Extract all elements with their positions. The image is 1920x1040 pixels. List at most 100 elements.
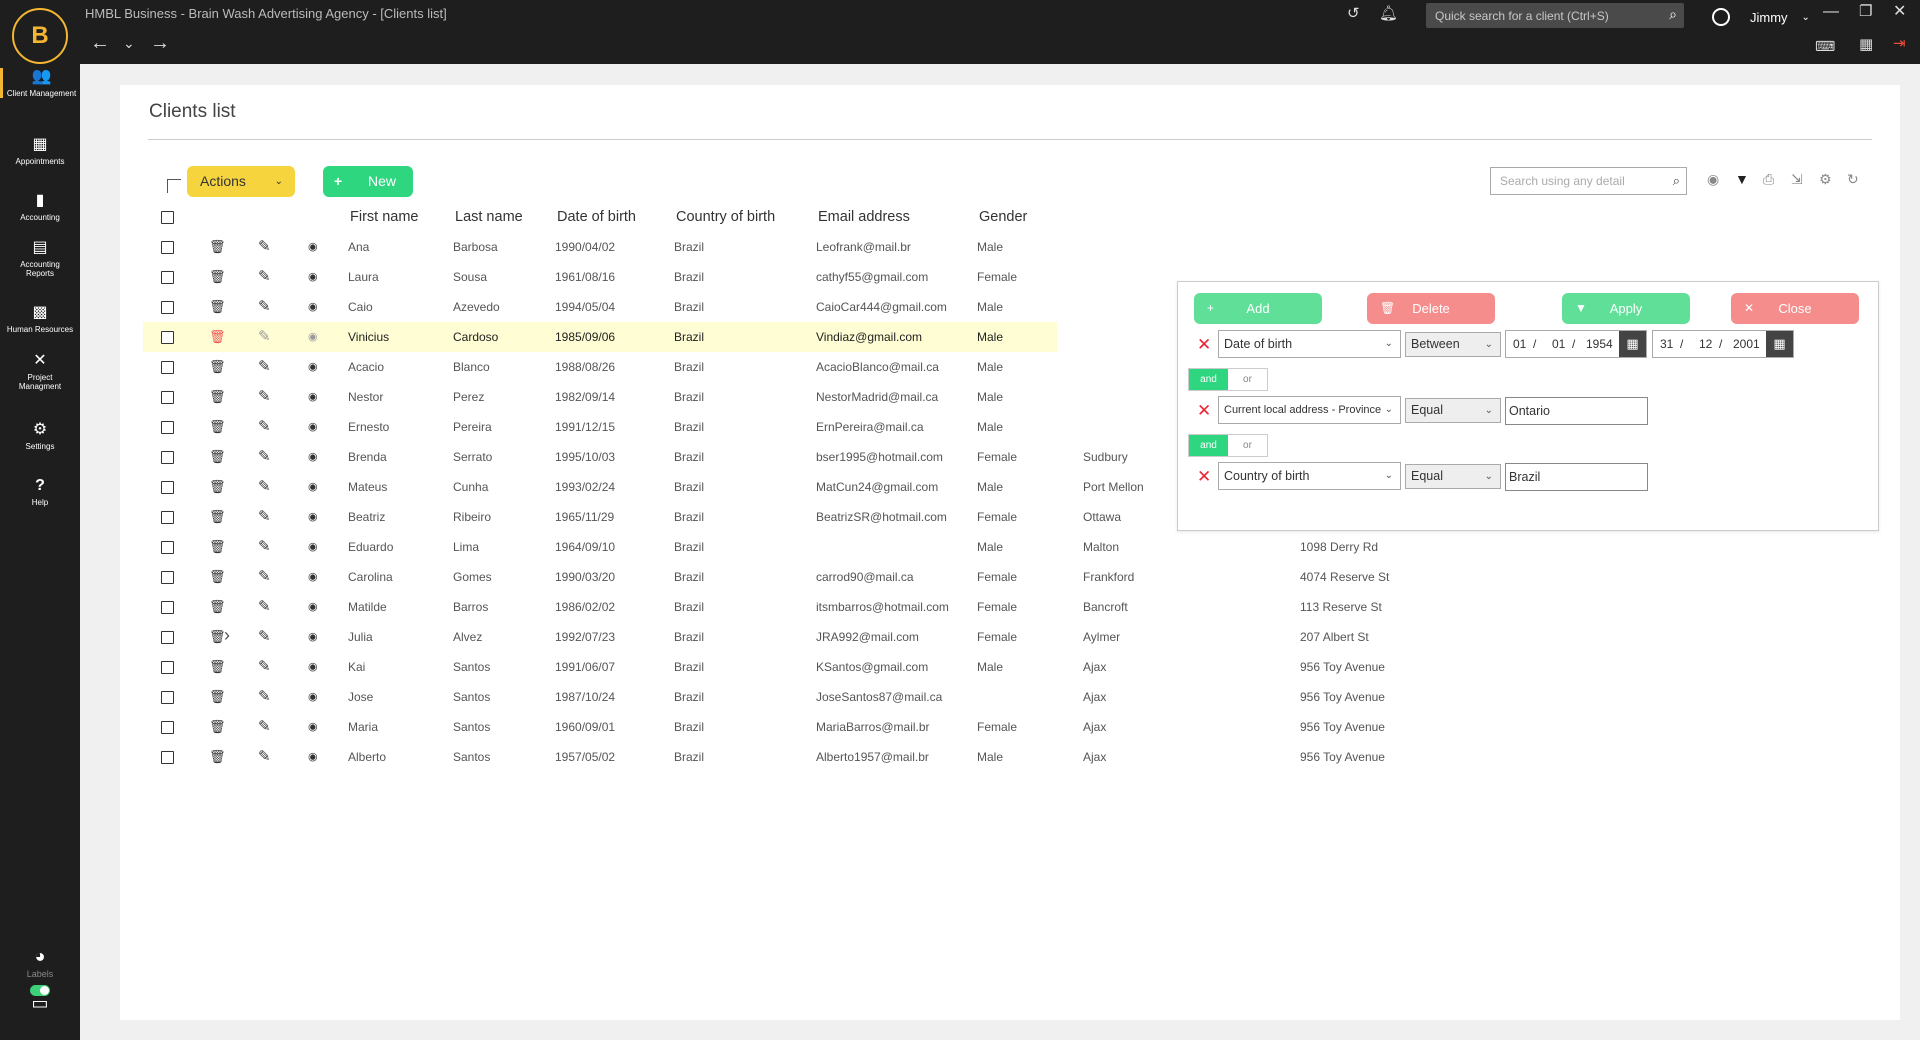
table-row[interactable]: 🗑︎ ✎ ◉ Jose Santos 1987/10/24 Brazil JoseSantos… <box>143 682 1535 712</box>
view-row-eye-icon[interactable]: ◉ <box>308 232 318 262</box>
refresh-icon[interactable]: ↻ <box>1847 171 1859 188</box>
condition-value-input[interactable]: Ontario <box>1505 397 1648 425</box>
print-icon[interactable]: ⎙ <box>1763 171 1774 188</box>
table-row[interactable]: 🗑︎ ✎ ◉ Maria Santos 1960/09/01 Brazil MariaBarr… <box>143 712 1535 742</box>
column-first-name[interactable]: First name <box>350 202 419 232</box>
row-checkbox[interactable] <box>161 481 174 494</box>
row-checkbox[interactable] <box>161 571 174 584</box>
sidebar-item-project-management[interactable]: ✕ Project Managment <box>0 352 80 391</box>
search-icon[interactable]: ⌕ <box>1673 173 1680 189</box>
view-row-eye-icon[interactable]: ◉ <box>308 562 318 592</box>
column-gender[interactable]: Gender <box>979 202 1027 232</box>
row-checkbox[interactable] <box>161 331 174 344</box>
filter-close-button[interactable]: ✕ Close <box>1731 293 1859 324</box>
condition-operator-select[interactable]: Equal ⌄ <box>1405 398 1501 423</box>
history-dropdown-icon[interactable]: ⌄ <box>123 32 135 54</box>
condition-operator-select[interactable]: Between ⌄ <box>1405 332 1501 357</box>
edit-row-icon[interactable]: ✎ <box>258 352 271 382</box>
row-checkbox[interactable] <box>161 241 174 254</box>
chevron-right-icon[interactable]: › <box>224 625 230 646</box>
view-row-eye-icon[interactable]: ◉ <box>308 502 318 532</box>
notifications-bell-icon[interactable]: 🔔︎ <box>1379 6 1398 22</box>
edit-row-icon[interactable]: ✎ <box>258 322 271 352</box>
edit-row-icon[interactable]: ✎ <box>258 532 271 562</box>
view-row-eye-icon[interactable]: ◉ <box>308 352 318 382</box>
delete-row-trash-icon[interactable]: 🗑︎ <box>209 742 226 772</box>
delete-row-trash-icon[interactable]: 🗑︎ <box>209 412 226 442</box>
column-last-name[interactable]: Last name <box>455 202 523 232</box>
view-row-eye-icon[interactable]: ◉ <box>308 262 318 292</box>
view-row-eye-icon[interactable]: ◉ <box>308 652 318 682</box>
date-to-month[interactable]: 12 <box>1699 331 1712 357</box>
sidebar-item-settings[interactable]: ⚙ Settings <box>0 421 80 451</box>
restore-icon[interactable]: ❐ <box>1859 4 1872 20</box>
edit-row-icon[interactable]: ✎ <box>258 502 271 532</box>
new-client-button[interactable]: + New <box>323 166 413 197</box>
row-checkbox[interactable] <box>161 511 174 524</box>
date-to-year[interactable]: 2001 <box>1733 331 1760 357</box>
column-date-of-birth[interactable]: Date of birth <box>557 202 636 232</box>
row-checkbox[interactable] <box>161 421 174 434</box>
delete-row-trash-icon[interactable]: 🗑︎ <box>209 442 226 472</box>
and-or-toggle[interactable]: and or <box>1188 434 1268 457</box>
condition-field-select[interactable]: Date of birth ⌄ <box>1218 330 1401 358</box>
window-icon[interactable]: ▭ <box>0 994 80 1012</box>
view-row-eye-icon[interactable]: ◉ <box>308 622 318 652</box>
edit-row-icon[interactable]: ✎ <box>258 652 271 682</box>
edit-row-icon[interactable]: ✎ <box>258 742 271 772</box>
date-from-input[interactable]: 01 / 01 / 1954 ▦ <box>1505 330 1647 358</box>
forward-icon[interactable]: → <box>150 32 170 54</box>
row-checkbox[interactable] <box>161 451 174 464</box>
quick-search-input[interactable] <box>1426 3 1684 28</box>
edit-row-icon[interactable]: ✎ <box>258 562 271 592</box>
edit-row-icon[interactable]: ✎ <box>258 592 271 622</box>
delete-row-trash-icon[interactable]: 🗑︎ <box>209 592 226 622</box>
search-icon[interactable]: ⌕ <box>1669 6 1677 23</box>
back-icon[interactable]: ← <box>90 32 110 54</box>
delete-row-trash-icon[interactable]: 🗑︎ <box>209 382 226 412</box>
view-row-eye-icon[interactable]: ◉ <box>308 532 318 562</box>
and-or-toggle[interactable]: and or <box>1188 368 1268 391</box>
remove-condition-icon[interactable]: ✕ <box>1197 402 1211 420</box>
remove-condition-icon[interactable]: ✕ <box>1197 336 1211 354</box>
sidebar-item-accounting[interactable]: ▮ Accounting <box>0 192 80 222</box>
app-logo[interactable]: B <box>12 8 68 64</box>
table-row[interactable]: 🗑︎ ✎ ◉ Julia Alvez 1992/07/23 Brazil JRA992@mai… <box>143 622 1535 652</box>
actions-dropdown-button[interactable]: Actions ⌄ <box>187 166 295 197</box>
row-checkbox[interactable] <box>161 661 174 674</box>
export-icon[interactable]: ⇲ <box>1791 171 1803 188</box>
minimize-icon[interactable]: — <box>1823 4 1839 20</box>
edit-row-icon[interactable]: ✎ <box>258 292 271 322</box>
delete-row-trash-icon[interactable]: 🗑︎ <box>209 472 226 502</box>
delete-row-trash-icon[interactable]: 🗑︎ <box>209 322 226 352</box>
edit-row-icon[interactable]: ✎ <box>258 382 271 412</box>
and-option[interactable]: and <box>1189 369 1228 390</box>
row-checkbox[interactable] <box>161 601 174 614</box>
date-from-year[interactable]: 1954 <box>1586 331 1613 357</box>
table-search-input[interactable] <box>1491 168 1686 194</box>
calculator-icon[interactable]: ▦ <box>1859 37 1873 53</box>
table-row[interactable]: 🗑︎ ✎ ◉ Eduardo Lima 1964/09/10 Brazil Male Malto… <box>143 532 1535 562</box>
condition-field-select[interactable]: Current local address - Province ⌄ <box>1218 396 1401 424</box>
sidebar-item-accounting-reports[interactable]: ▤ Accounting Reports <box>0 239 80 278</box>
column-email-address[interactable]: Email address <box>818 202 910 232</box>
keyboard-icon[interactable]: ⌨ <box>1815 38 1835 54</box>
edit-row-icon[interactable]: ✎ <box>258 442 271 472</box>
date-from-month[interactable]: 01 <box>1552 331 1565 357</box>
history-icon[interactable]: ↺ <box>1347 6 1360 22</box>
edit-row-icon[interactable]: ✎ <box>258 712 271 742</box>
sidebar-item-human-resources[interactable]: ▩ Human Resources <box>0 304 80 334</box>
condition-operator-select[interactable]: Equal ⌄ <box>1405 464 1501 489</box>
quick-search[interactable]: ⌕ <box>1426 3 1684 28</box>
view-row-eye-icon[interactable]: ◉ <box>308 742 318 772</box>
chevron-down-icon[interactable]: ⌄ <box>1802 12 1810 23</box>
select-all-checkbox[interactable] <box>161 211 174 224</box>
table-row[interactable]: 🗑︎ ✎ ◉ Vinicius Cardoso 1985/09/06 Brazil Vindi… <box>143 322 1057 352</box>
or-option[interactable]: or <box>1228 435 1267 456</box>
table-row[interactable]: 🗑︎ ✎ ◉ Alberto Santos 1957/05/02 Brazil Alberto… <box>143 742 1535 772</box>
delete-row-trash-icon[interactable]: 🗑︎ <box>209 502 226 532</box>
condition-field-select[interactable]: Country of birth ⌄ <box>1218 462 1401 490</box>
view-row-eye-icon[interactable]: ◉ <box>308 412 318 442</box>
calendar-icon[interactable]: ▦ <box>1619 331 1646 357</box>
row-checkbox[interactable] <box>161 751 174 764</box>
